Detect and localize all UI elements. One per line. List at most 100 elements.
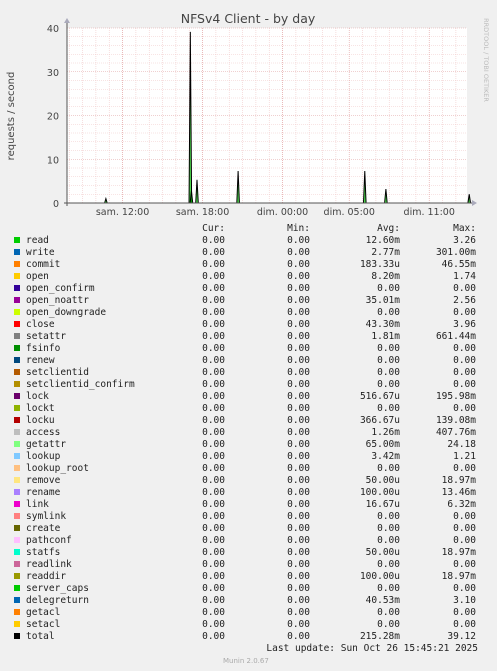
y-tick-label: 20 [47, 112, 59, 123]
legend-swatch [14, 273, 20, 279]
legend-row-read: read 0.00 0.00 12.60m 3.26 [0, 235, 497, 247]
legend-row-lockt: lockt 0.00 0.00 0.00 0.00 [0, 403, 497, 415]
legend-avg-value: 0.00 [377, 463, 400, 474]
legend-min-value: 0.00 [287, 583, 310, 594]
legend-label: create [26, 523, 61, 534]
legend-avg-value: 40.53m [365, 595, 400, 606]
legend-label: symlink [26, 511, 67, 522]
legend-avg-value: 43.30m [365, 319, 400, 330]
legend-swatch [14, 297, 20, 303]
legend-max-value: 3.26 [453, 235, 476, 246]
legend-row-open_noattr: open_noattr 0.00 0.00 35.01m 2.56 [0, 295, 497, 307]
legend-swatch [14, 489, 20, 495]
legend-row-open: open 0.00 0.00 8.20m 1.74 [0, 271, 497, 283]
legend-avg-value: 8.20m [371, 271, 400, 282]
legend-max-value: 661.44m [435, 331, 476, 342]
x-tick-label: dim. 00:00 [257, 207, 308, 218]
legend-swatch [14, 405, 20, 411]
legend-row-access: access 0.00 0.00 1.26m 407.76m [0, 427, 497, 439]
legend-max-value: 0.00 [453, 367, 476, 378]
legend-avg-value: 0.00 [377, 619, 400, 630]
legend-min-value: 0.00 [287, 631, 310, 642]
legend-min-value: 0.00 [287, 247, 310, 258]
legend-swatch [14, 309, 20, 315]
legend-avg-value: 3.42m [371, 451, 400, 462]
legend-avg-value: 183.33u [359, 259, 400, 270]
legend-label: access [26, 427, 61, 438]
x-axis-arrow-icon [472, 200, 477, 206]
legend-min-value: 0.00 [287, 559, 310, 570]
legend-cur-value: 0.00 [202, 235, 225, 246]
legend-max-value: 0.00 [453, 535, 476, 546]
legend-swatch [14, 321, 20, 327]
legend-swatch [14, 609, 20, 615]
legend-row-open_downgrade: open_downgrade 0.00 0.00 0.00 0.00 [0, 307, 497, 319]
legend-min-value: 0.00 [287, 283, 310, 294]
legend-min-value: 0.00 [287, 319, 310, 330]
legend-max-value: 3.10 [453, 595, 476, 606]
legend-min-value: 0.00 [287, 499, 310, 510]
legend-max-value: 6.32m [447, 499, 476, 510]
legend-min-value: 0.00 [287, 451, 310, 462]
legend-avg-value: 1.81m [371, 331, 400, 342]
legend-max-value: 18.97m [441, 547, 476, 558]
chart-title: NFSv4 Client - by day [181, 11, 316, 26]
legend-cur-value: 0.00 [202, 571, 225, 582]
legend-min-value: 0.00 [287, 595, 310, 606]
y-tick-label: 10 [47, 155, 59, 166]
y-axis-ticks: 0 10 20 30 40 [47, 24, 59, 210]
legend-swatch [14, 393, 20, 399]
x-tick-label: sam. 18:00 [176, 207, 229, 218]
legend-max-value: 301.00m [435, 247, 476, 258]
legend-cur-value: 0.00 [202, 535, 225, 546]
legend-cur-value: 0.00 [202, 271, 225, 282]
column-header-cur: Cur: [202, 223, 225, 234]
legend-label: getattr [26, 439, 67, 450]
legend-label: setclientid_confirm [26, 379, 135, 390]
legend-cur-value: 0.00 [202, 283, 225, 294]
legend-label: open_downgrade [26, 307, 107, 318]
legend-cur-value: 0.00 [202, 391, 225, 402]
legend-avg-value: 35.01m [365, 295, 400, 306]
legend-cur-value: 0.00 [202, 595, 225, 606]
last-update: Last update: Sun Oct 26 15:45:21 2025 [266, 643, 478, 654]
legend-label: statfs [26, 547, 61, 558]
legend-label: setacl [26, 619, 61, 630]
legend-max-value: 46.55m [441, 259, 476, 270]
legend-row-lookup_root: lookup_root 0.00 0.00 0.00 0.00 [0, 463, 497, 475]
x-tick-label: dim. 11:00 [404, 207, 455, 218]
legend-max-value: 0.00 [453, 379, 476, 390]
legend-max-value: 0.00 [453, 343, 476, 354]
legend-cur-value: 0.00 [202, 403, 225, 414]
legend-swatch [14, 261, 20, 267]
legend-avg-value: 65.00m [365, 439, 400, 450]
legend-min-value: 0.00 [287, 379, 310, 390]
legend-avg-value: 0.00 [377, 355, 400, 366]
legend-swatch [14, 453, 20, 459]
legend-label: write [26, 247, 55, 258]
legend-label: getacl [26, 607, 61, 618]
legend-row-server_caps: server_caps 0.00 0.00 0.00 0.00 [0, 583, 497, 595]
legend-row-lookup: lookup 0.00 0.00 3.42m 1.21 [0, 451, 497, 463]
legend-row-locku: locku 0.00 0.00 366.67u 139.08m [0, 415, 497, 427]
legend-label: lockt [26, 403, 55, 414]
legend-max-value: 0.00 [453, 523, 476, 534]
legend-avg-value: 16.67u [365, 499, 400, 510]
legend-swatch [14, 513, 20, 519]
legend-avg-value: 100.00u [359, 571, 400, 582]
column-header-max: Max: [453, 223, 476, 234]
legend-label: commit [26, 259, 61, 270]
legend-min-value: 0.00 [287, 235, 310, 246]
legend-row-create: create 0.00 0.00 0.00 0.00 [0, 523, 497, 535]
legend-avg-value: 366.67u [359, 415, 400, 426]
legend-max-value: 0.00 [453, 607, 476, 618]
legend-swatch [14, 537, 20, 543]
y-tick-label: 40 [47, 24, 59, 35]
legend-label: lookup_root [26, 463, 89, 474]
legend-max-value: 18.97m [441, 571, 476, 582]
legend-avg-value: 0.00 [377, 523, 400, 534]
legend-row-setclientid_confirm: setclientid_confirm 0.00 0.00 0.00 0.00 [0, 379, 497, 391]
legend-min-value: 0.00 [287, 391, 310, 402]
legend-swatch [14, 477, 20, 483]
legend-row-getattr: getattr 0.00 0.00 65.00m 24.18 [0, 439, 497, 451]
